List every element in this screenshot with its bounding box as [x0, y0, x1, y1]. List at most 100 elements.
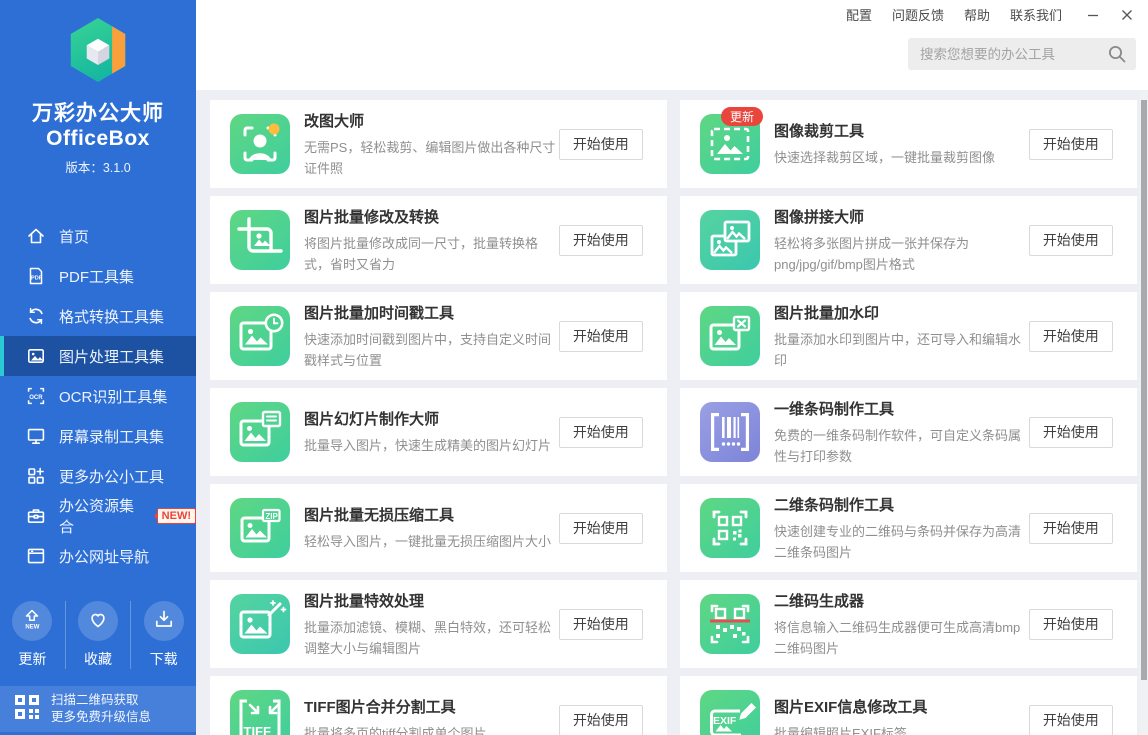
tool-desc: 免费的一维条码制作软件，可自定义条码属性与打印参数	[774, 425, 1029, 467]
minimize-button[interactable]	[1086, 8, 1100, 22]
update-icon: NEW	[20, 607, 44, 636]
start-button[interactable]: 开始使用	[1029, 129, 1113, 160]
browser-icon	[26, 546, 46, 566]
qr-make-icon	[700, 498, 760, 558]
tool-title: 图片批量加水印	[774, 302, 1029, 323]
watermark-icon	[700, 306, 760, 366]
sidebar-item-label: 屏幕录制工具集	[59, 426, 164, 447]
tool-title: TIFF图片合并分割工具	[304, 696, 559, 717]
start-button[interactable]: 开始使用	[559, 417, 643, 448]
tiff-split-icon: TIFF	[230, 690, 290, 735]
sidebar-item-home[interactable]: 首页	[0, 216, 196, 256]
scrollbar-thumb[interactable]	[1141, 100, 1147, 680]
update-action[interactable]: NEW 更新	[0, 601, 65, 669]
screen-icon	[26, 426, 46, 446]
tool-desc: 将信息输入二维码生成器便可生成高清bmp二维码图片	[774, 617, 1029, 659]
tool-desc: 快速选择裁剪区域，一键批量裁剪图像	[774, 147, 1029, 168]
tool-desc: 轻松导入图片，一键批量无损压缩图片大小	[304, 531, 559, 552]
sidebar-item-briefcase[interactable]: 办公资源集合 NEW!	[0, 496, 196, 536]
sidebar-item-more[interactable]: 更多办公小工具	[0, 456, 196, 496]
tool-card: 图片幻灯片制作大师 批量导入图片，快速生成精美的图片幻灯片 开始使用	[210, 388, 667, 476]
convert-icon	[26, 306, 46, 326]
tool-desc: 将图片批量修改成同一尺寸，批量转换格式，省时又省力	[304, 233, 559, 275]
tool-card: 更新 图像裁剪工具 快速选择裁剪区域，一键批量裁剪图像 开始使用	[680, 100, 1137, 188]
heart-action[interactable]: 收藏	[65, 601, 131, 669]
pdf-icon: PDF	[26, 266, 46, 286]
menu-item-1[interactable]: 问题反馈	[892, 5, 944, 24]
sidebar-item-browser[interactable]: 办公网址导航	[0, 536, 196, 576]
tool-desc: 批量导入图片，快速生成精美的图片幻灯片	[304, 435, 559, 456]
tool-title: 图片幻灯片制作大师	[304, 408, 559, 429]
download-action[interactable]: 下载	[130, 601, 196, 669]
tool-card: EXIF 图片EXIF信息修改工具 批量编辑照片EXIF标签 开始使用	[680, 676, 1137, 735]
update-badge: 更新	[721, 107, 763, 126]
tool-desc: 批量添加滤镜、模糊、黑白特效，还可轻松调整大小与编辑图片	[304, 617, 559, 659]
menu-item-3[interactable]: 联系我们	[1010, 5, 1062, 24]
search-input[interactable]	[908, 47, 1106, 62]
tool-desc: 无需PS，轻松裁剪、编辑图片做出各种尺寸证件照	[304, 137, 559, 179]
start-button[interactable]: 开始使用	[1029, 513, 1113, 544]
tool-desc: 批量添加水印到图片中，还可导入和编辑水印	[774, 329, 1029, 371]
sidebar-item-label: 办公网址导航	[59, 546, 149, 567]
menu-item-0[interactable]: 配置	[846, 5, 872, 24]
sidebar-item-screen[interactable]: 屏幕录制工具集	[0, 416, 196, 456]
tool-title: 一维条码制作工具	[774, 398, 1029, 419]
app-subtitle: OfficeBox	[0, 127, 196, 151]
start-button[interactable]: 开始使用	[1029, 321, 1113, 352]
svg-text:EXIF: EXIF	[713, 715, 737, 727]
barcode-icon	[700, 402, 760, 462]
svg-text:OCR: OCR	[29, 395, 43, 401]
main-content: 改图大师 无需PS，轻松裁剪、编辑图片做出各种尺寸证件照 开始使用 更新 图像裁…	[196, 90, 1148, 735]
app-title: 万彩办公大师	[0, 97, 196, 127]
qr-info-bar: 扫描二维码获取 更多免费升级信息	[0, 686, 196, 732]
start-button[interactable]: 开始使用	[559, 321, 643, 352]
tool-card: 图像拼接大师 轻松将多张图片拼成一张并保存为png/jpg/gif/bmp图片格…	[680, 196, 1137, 284]
top-menu: 配置 问题反馈 帮助 联系我们	[846, 5, 1134, 24]
tool-card: 二维条码制作工具 快速创建专业的二维码与条码并保存为高清二维条码图片 开始使用	[680, 484, 1137, 572]
action-label: 下载	[131, 649, 196, 669]
home-icon	[26, 226, 46, 246]
start-button[interactable]: 开始使用	[1029, 417, 1113, 448]
action-label: 收藏	[66, 649, 131, 669]
qr-code-icon	[12, 692, 42, 727]
start-button[interactable]: 开始使用	[1029, 705, 1113, 735]
tool-desc: 批量将多页的tiff分割成单个图片	[304, 723, 559, 735]
new-badge: NEW!	[157, 508, 196, 524]
tool-card: 一维条码制作工具 免费的一维条码制作软件，可自定义条码属性与打印参数 开始使用	[680, 388, 1137, 476]
tool-desc: 快速添加时间戳到图片中，支持自定义时间戳样式与位置	[304, 329, 559, 371]
svg-text:NEW: NEW	[26, 624, 40, 630]
start-button[interactable]: 开始使用	[559, 609, 643, 640]
search-icon[interactable]	[1106, 43, 1128, 65]
tool-title: 图像拼接大师	[774, 206, 1029, 227]
more-icon	[26, 466, 46, 486]
start-button[interactable]: 开始使用	[559, 225, 643, 256]
scrollbar-track[interactable]	[1140, 90, 1148, 735]
exif-edit-icon: EXIF	[700, 690, 760, 735]
sidebar-item-ocr[interactable]: OCR OCR识别工具集	[0, 376, 196, 416]
sidebar-item-convert[interactable]: 格式转换工具集	[0, 296, 196, 336]
sidebar-item-label: OCR识别工具集	[59, 386, 167, 407]
tool-title: 图片批量修改及转换	[304, 206, 559, 227]
sidebar-item-image[interactable]: 图片处理工具集	[0, 336, 196, 376]
start-button[interactable]: 开始使用	[1029, 225, 1113, 256]
qr-text-line2: 更多免费升级信息	[51, 709, 151, 726]
sidebar-item-pdf[interactable]: PDF PDF工具集	[0, 256, 196, 296]
ocr-icon: OCR	[26, 386, 46, 406]
sidebar-actions: NEW 更新 收藏 下载	[0, 601, 196, 669]
stitch-icon	[700, 210, 760, 270]
start-button[interactable]: 开始使用	[559, 129, 643, 160]
tool-title: 图片批量特效处理	[304, 590, 559, 611]
start-button[interactable]: 开始使用	[559, 705, 643, 735]
menu-item-2[interactable]: 帮助	[964, 5, 990, 24]
close-button[interactable]	[1120, 8, 1134, 22]
sidebar-item-label: 更多办公小工具	[59, 466, 164, 487]
start-button[interactable]: 开始使用	[559, 513, 643, 544]
qr-text-line1: 扫描二维码获取	[51, 692, 151, 709]
logo-block: 万彩办公大师 OfficeBox 版本：3.1.0	[0, 0, 196, 176]
action-label: 更新	[0, 649, 65, 669]
qr-generate-icon	[700, 594, 760, 654]
sidebar-item-label: 格式转换工具集	[59, 306, 164, 327]
tool-card: 二维码生成器 将信息输入二维码生成器便可生成高清bmp二维码图片 开始使用	[680, 580, 1137, 668]
start-button[interactable]: 开始使用	[1029, 609, 1113, 640]
tool-card: TIFF TIFF图片合并分割工具 批量将多页的tiff分割成单个图片 开始使用	[210, 676, 667, 735]
